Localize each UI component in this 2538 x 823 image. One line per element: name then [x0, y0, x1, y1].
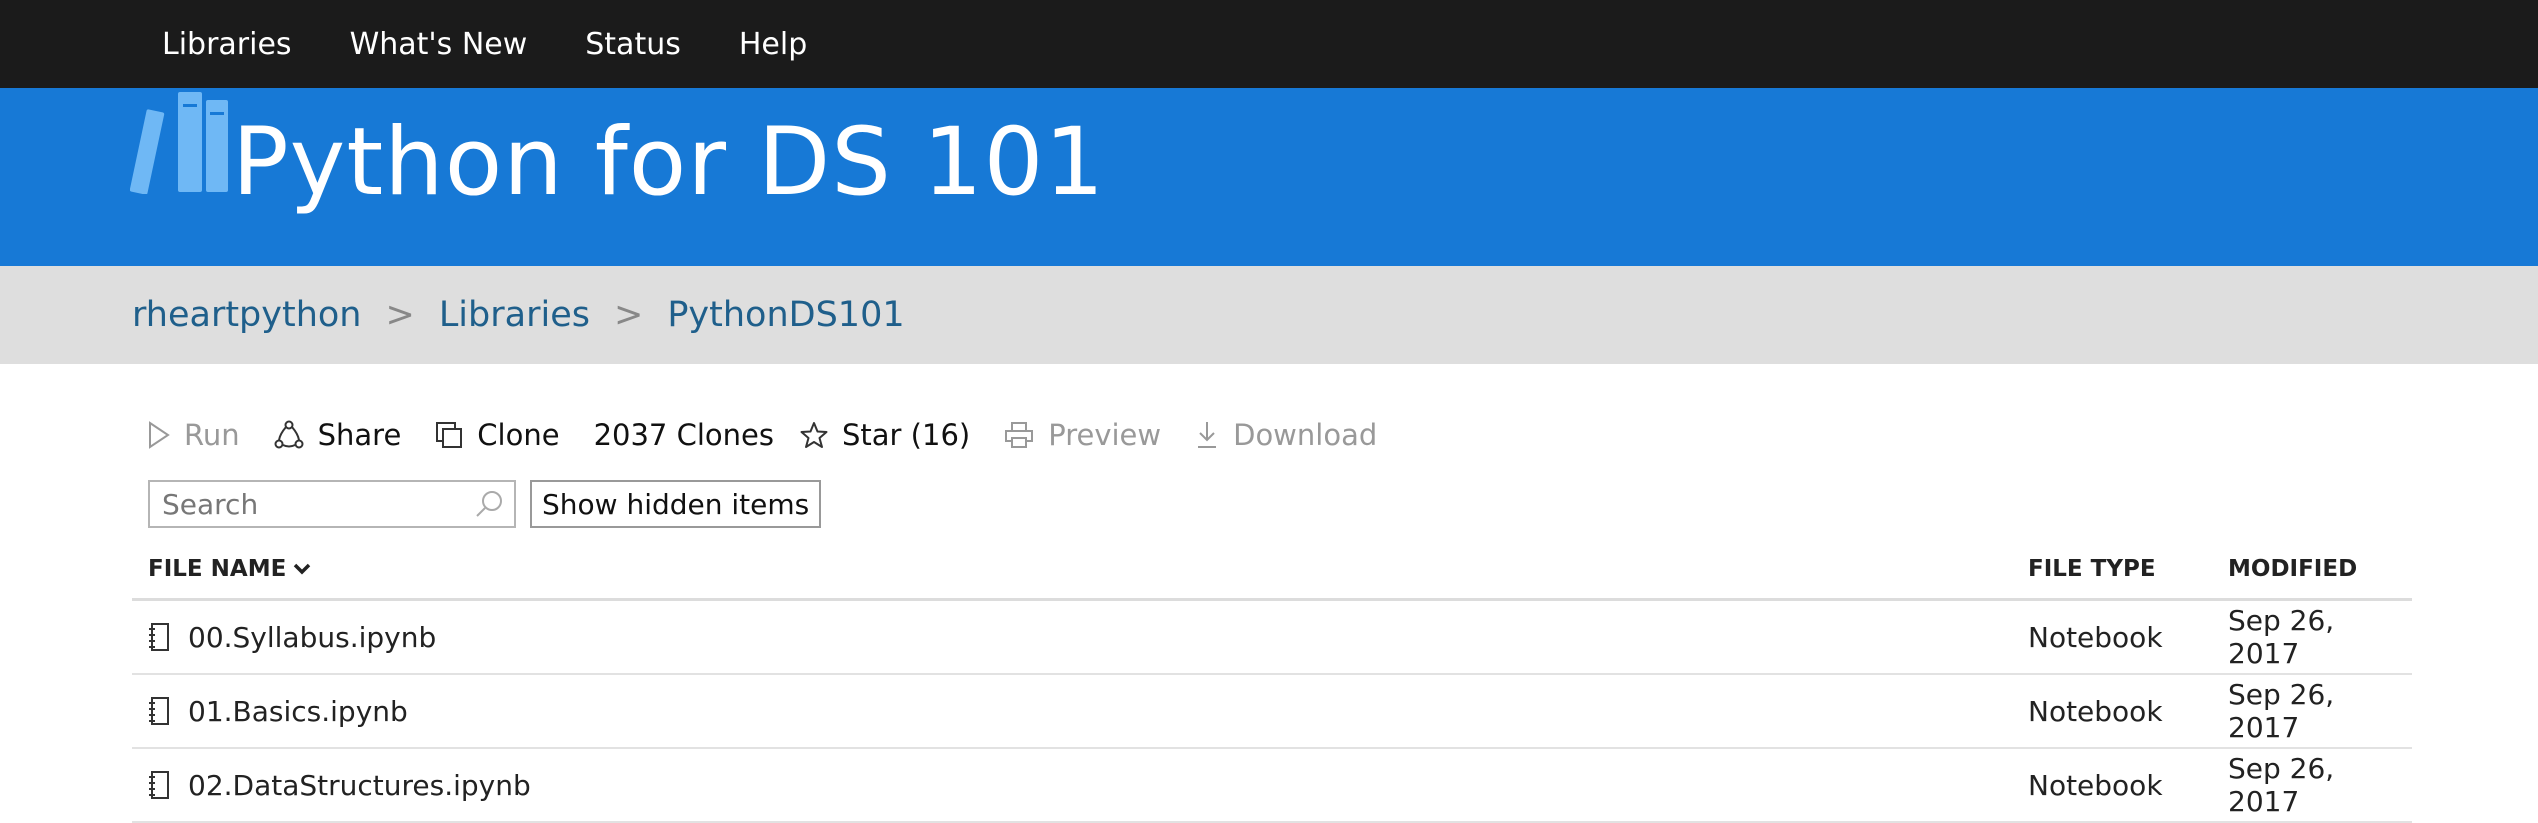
column-header-file-name[interactable]: FILE NAME: [132, 556, 2028, 582]
file-name-cell: 01.Basics.ipynb: [132, 695, 2028, 728]
preview-label: Preview: [1048, 418, 1162, 452]
file-name-cell: 02.DataStructures.ipynb: [132, 769, 2028, 802]
file-type-cell: Notebook: [2028, 768, 2163, 802]
download-label: Download: [1233, 418, 1378, 452]
modified-cell: Sep 26, 2017: [2228, 678, 2335, 744]
file-type-cell: Notebook: [2028, 694, 2163, 728]
run-button[interactable]: Run: [148, 418, 240, 452]
column-header-modified[interactable]: MODIFIED: [2228, 556, 2412, 582]
breadcrumb: rheartpython > Libraries > PythonDS101: [0, 266, 2538, 364]
star-button[interactable]: Star (16): [800, 418, 970, 452]
nav-status[interactable]: Status: [585, 27, 681, 62]
clone-label: Clone: [477, 418, 560, 452]
breadcrumb-separator: >: [613, 295, 644, 335]
share-label: Share: [317, 418, 402, 452]
breadcrumb-separator: >: [385, 295, 415, 335]
header-banner: Python for DS 101: [0, 88, 2538, 266]
file-name-cell: 00.Syllabus.ipynb: [132, 621, 2028, 654]
table-row[interactable]: 01.Basics.ipynb Notebook Sep 26, 2017: [132, 675, 2412, 749]
file-link[interactable]: 02.DataStructures.ipynb: [188, 769, 531, 802]
search-icon[interactable]: [474, 489, 504, 519]
star-icon: [800, 422, 828, 448]
clones-count: 2037 Clones: [593, 418, 774, 452]
file-table: FILE NAME FILE TYPE MODIFIED 00.Syllabus…: [132, 540, 2412, 823]
search-box: [148, 480, 516, 528]
notebook-icon: [149, 697, 169, 725]
column-header-file-type[interactable]: FILE TYPE: [2028, 556, 2228, 582]
search-input[interactable]: [160, 486, 474, 522]
download-icon: [1198, 422, 1217, 448]
nav-libraries[interactable]: Libraries: [162, 27, 292, 62]
breadcrumb-library[interactable]: PythonDS101: [667, 295, 904, 335]
table-header: FILE NAME FILE TYPE MODIFIED: [132, 540, 2412, 601]
print-icon: [1005, 422, 1034, 448]
page-title: Python for DS 101: [232, 108, 1106, 217]
share-icon: [274, 420, 304, 449]
modified-cell: Sep 26, 2017: [2228, 752, 2335, 818]
file-link[interactable]: 01.Basics.ipynb: [188, 695, 408, 728]
clone-icon: [436, 422, 463, 448]
preview-button[interactable]: Preview: [1004, 418, 1161, 452]
table-row[interactable]: 00.Syllabus.ipynb Notebook Sep 26, 2017: [132, 601, 2412, 675]
column-header-label: FILE NAME: [148, 556, 287, 582]
play-icon: [149, 421, 170, 449]
modified-cell: Sep 26, 2017: [2228, 604, 2335, 670]
show-hidden-items-button[interactable]: Show hidden items: [530, 480, 822, 528]
table-row[interactable]: 02.DataStructures.ipynb Notebook Sep 26,…: [132, 749, 2412, 823]
run-label: Run: [184, 418, 240, 452]
share-button[interactable]: Share: [274, 418, 402, 452]
breadcrumb-libraries[interactable]: Libraries: [439, 295, 590, 335]
notebook-icon: [149, 623, 169, 651]
books-logo-icon: [129, 92, 232, 198]
top-nav: Libraries What's New Status Help: [0, 0, 2538, 88]
clone-button[interactable]: Clone: [435, 418, 560, 452]
download-button[interactable]: Download: [1195, 418, 1377, 452]
search-row: Show hidden items: [148, 480, 822, 528]
chevron-down-icon: [294, 563, 311, 575]
toolbar: Run Share Clone 2037 Clones Star (16) Pr…: [148, 418, 1411, 452]
notebook-icon: [149, 771, 169, 799]
file-link[interactable]: 00.Syllabus.ipynb: [188, 621, 436, 654]
star-label: Star (16): [841, 418, 971, 452]
breadcrumb-user[interactable]: rheartpython: [132, 295, 361, 335]
nav-whats-new[interactable]: What's New: [350, 27, 528, 62]
nav-help[interactable]: Help: [739, 27, 807, 62]
file-type-cell: Notebook: [2028, 620, 2163, 654]
